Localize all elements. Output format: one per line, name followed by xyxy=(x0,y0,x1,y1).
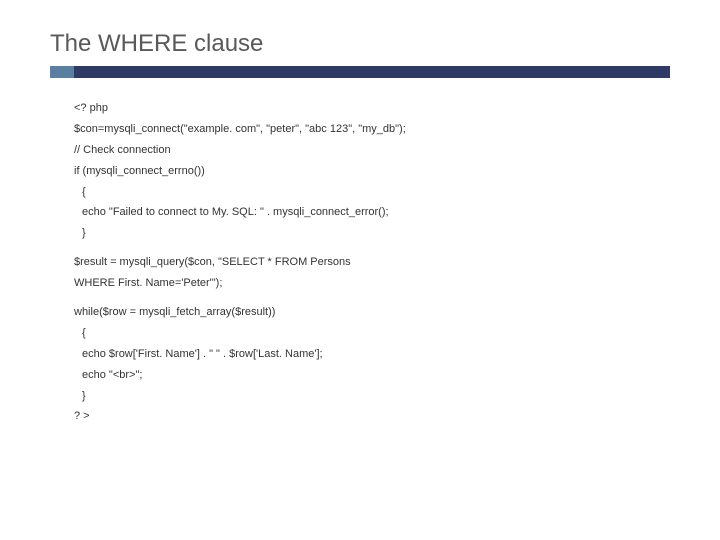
accent-right xyxy=(74,66,670,78)
code-line: if (mysqli_connect_errno()) xyxy=(74,161,670,182)
code-line: ? > xyxy=(74,406,670,427)
code-line: $con=mysqli_connect("example. com", "pet… xyxy=(74,119,670,140)
slide-title: The WHERE clause xyxy=(50,30,670,58)
code-line: } xyxy=(74,386,670,407)
code-line: $result = mysqli_query($con, "SELECT * F… xyxy=(74,252,670,273)
code-line: { xyxy=(74,182,670,203)
code-line: while($row = mysqli_fetch_array($result)… xyxy=(74,302,670,323)
code-line: // Check connection xyxy=(74,140,670,161)
accent-left xyxy=(50,66,74,78)
code-block: <? php $con=mysqli_connect("example. com… xyxy=(50,98,670,427)
blank-line xyxy=(74,294,670,302)
code-line: echo $row['First. Name'] . " " . $row['L… xyxy=(74,344,670,365)
code-line: <? php xyxy=(74,98,670,119)
code-line: } xyxy=(74,223,670,244)
accent-bar xyxy=(50,66,670,78)
blank-line xyxy=(74,244,670,252)
code-line: WHERE First. Name='Peter'"); xyxy=(74,273,670,294)
code-line: echo "Failed to connect to My. SQL: " . … xyxy=(74,202,670,223)
code-line: echo "<br>"; xyxy=(74,365,670,386)
code-line: { xyxy=(74,323,670,344)
